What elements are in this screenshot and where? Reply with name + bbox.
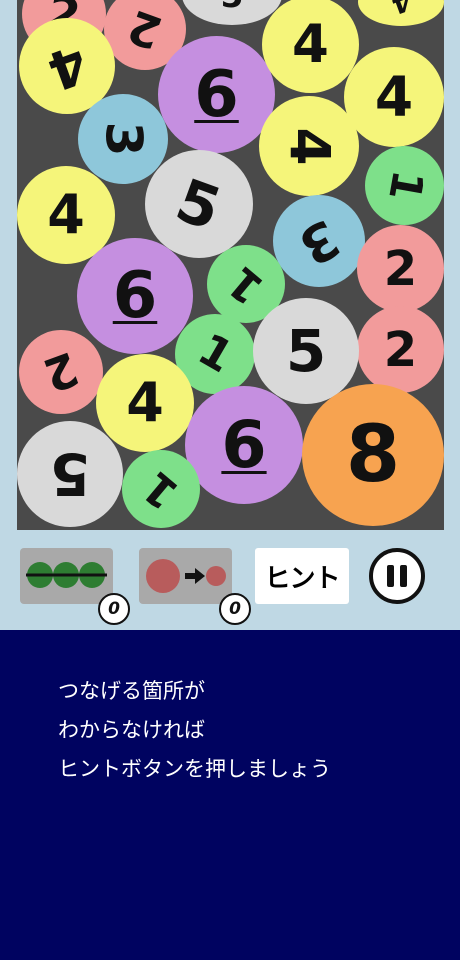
pause-button[interactable] xyxy=(369,548,425,604)
shrink-item-button[interactable] xyxy=(139,548,232,604)
ball[interactable]: 4 xyxy=(344,47,444,147)
ball-number: 5 xyxy=(49,440,91,508)
tutorial-line: わからなければ xyxy=(58,718,205,742)
ball[interactable]: 5 xyxy=(253,298,359,404)
ball-number: 2 xyxy=(36,341,86,403)
ball[interactable]: 1 xyxy=(365,146,444,225)
ball[interactable]: 5 xyxy=(17,421,123,527)
ball-number: 3 xyxy=(93,121,152,157)
line-item-button[interactable] xyxy=(20,548,113,604)
ball[interactable]: 2 xyxy=(357,306,444,393)
ball-number: 6 xyxy=(221,407,267,483)
ball[interactable]: 3 xyxy=(78,94,168,184)
ball-board[interactable]: 2 2 5 4 4 6 4 4 3 4 1 4 5 3 2 6 1 2 2 1 … xyxy=(17,0,444,530)
line-item-count: 0 xyxy=(98,593,130,625)
ball-number: 8 xyxy=(345,410,401,500)
ball[interactable]: 6 xyxy=(185,386,303,504)
ball[interactable]: 4 xyxy=(358,0,444,26)
ball-number: 5 xyxy=(221,0,244,12)
ball[interactable]: 2 xyxy=(357,225,444,312)
ball-number: 4 xyxy=(277,126,342,166)
hint-button[interactable]: ヒント xyxy=(255,548,349,604)
ball-number: 4 xyxy=(126,371,164,434)
ball-number: 4 xyxy=(374,64,414,129)
ball-number: 2 xyxy=(383,321,418,378)
ball-number: 4 xyxy=(387,0,415,20)
shrink-arrow-icon xyxy=(146,559,226,593)
ball-number: 6 xyxy=(112,259,158,333)
game-area: 2 2 5 4 4 6 4 4 3 4 1 4 5 3 2 6 1 2 2 1 … xyxy=(0,0,460,630)
ball-number: 2 xyxy=(383,240,418,297)
ball[interactable]: 8 xyxy=(302,384,444,526)
ball-number: 4 xyxy=(292,14,329,75)
tutorial-message: つなげる箇所が わからなければ ヒントボタンを押しましょう xyxy=(58,672,331,789)
shrink-item-count: 0 xyxy=(219,593,251,625)
ball-number: 5 xyxy=(285,317,327,385)
ball-number: 4 xyxy=(47,183,85,246)
ball[interactable]: 3 xyxy=(273,195,365,287)
ball-number: 1 xyxy=(218,255,274,314)
ball[interactable]: 1 xyxy=(122,450,200,528)
tutorial-line: ヒントボタンを押しましょう xyxy=(58,757,331,781)
ball[interactable]: 4 xyxy=(262,0,359,93)
ball[interactable]: 2 xyxy=(19,330,103,414)
ball[interactable]: 5 xyxy=(145,150,253,258)
ball-number: 1 xyxy=(133,460,189,519)
ball[interactable]: 4 xyxy=(259,96,359,196)
ball-number: 6 xyxy=(194,57,239,132)
pause-icon xyxy=(387,565,394,587)
ball-number: 3 xyxy=(288,206,350,276)
hint-button-label: ヒント xyxy=(264,563,340,594)
ball[interactable]: 4 xyxy=(96,354,194,452)
ball-number: 5 xyxy=(167,164,231,244)
line-connect-icon xyxy=(26,562,107,588)
tutorial-line: つなげる箇所が xyxy=(58,679,205,703)
ball-number: 4 xyxy=(39,31,95,101)
ball[interactable]: 6 xyxy=(77,238,193,354)
ball[interactable]: 6 xyxy=(158,36,275,153)
pause-icon xyxy=(400,565,407,587)
ball-number: 1 xyxy=(377,166,433,205)
ball-number: 1 xyxy=(189,323,242,384)
ball-number: 2 xyxy=(121,0,169,60)
